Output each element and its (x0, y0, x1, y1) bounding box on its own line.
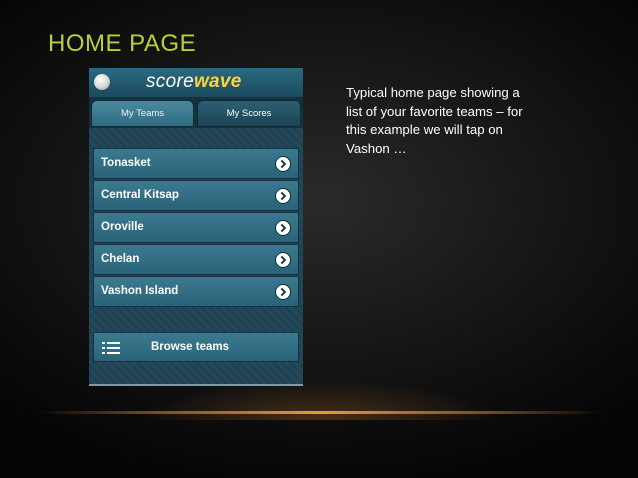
app-header: scorewave (89, 68, 303, 98)
tab-bar: My Teams My Scores (89, 97, 303, 128)
slide-note: Typical home page showing a list of your… (346, 85, 523, 156)
team-row-chelan[interactable]: Chelan (93, 244, 299, 275)
slide-divider (40, 411, 600, 414)
team-list: Tonasket Central Kitsap Oroville Chelan … (93, 148, 299, 308)
browse-teams-label: Browse teams (151, 341, 229, 353)
glow-halo (140, 380, 500, 420)
team-label: Central Kitsap (101, 189, 179, 201)
team-label: Tonasket (101, 157, 151, 169)
chevron-right-icon[interactable] (276, 285, 290, 299)
tab-my-scores[interactable]: My Scores (197, 100, 301, 127)
team-label: Oroville (101, 221, 144, 233)
chevron-right-icon[interactable] (276, 221, 290, 235)
chevron-right-icon[interactable] (276, 253, 290, 267)
chevron-right-icon[interactable] (276, 189, 290, 203)
chevron-right-icon[interactable] (276, 157, 290, 171)
team-row-oroville[interactable]: Oroville (93, 212, 299, 243)
slide-title: HOME PAGE (48, 30, 197, 57)
team-row-central-kitsap[interactable]: Central Kitsap (93, 180, 299, 211)
scorewave-ball-icon[interactable] (94, 74, 110, 90)
list-icon (102, 341, 120, 355)
brand-logo: scorewave (146, 71, 242, 93)
team-row-vashon-island[interactable]: Vashon Island (93, 276, 299, 307)
brand-text-wave: wave (193, 71, 242, 92)
phone-screenshot: scorewave My Teams My Scores Tonasket Ce… (89, 68, 303, 386)
brand-text-score: score (146, 71, 194, 92)
team-row-tonasket[interactable]: Tonasket (93, 148, 299, 179)
team-label: Chelan (101, 253, 140, 265)
team-label: Vashon Island (101, 285, 179, 297)
tab-my-teams[interactable]: My Teams (91, 100, 194, 127)
browse-teams-button[interactable]: Browse teams (93, 332, 299, 362)
